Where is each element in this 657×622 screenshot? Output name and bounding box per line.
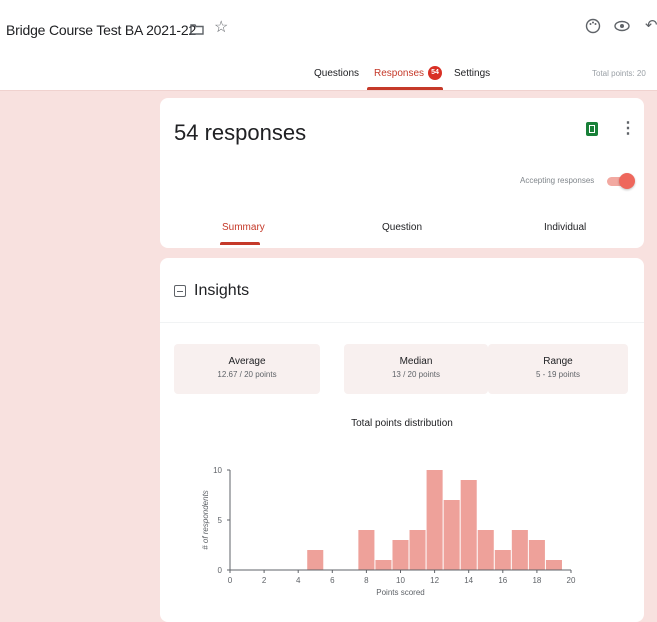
points-distribution-chart: 0 2 4 6 8 10 12 14 16 18 20 0 5 10 Points scored # of r… [201, 466, 576, 597]
toggle-knob[interactable] [619, 173, 635, 189]
histogram-bar [409, 530, 426, 570]
subtab-individual[interactable]: Individual [544, 222, 586, 233]
active-subtab-indicator [220, 242, 260, 245]
x-tick-label: 0 [228, 576, 233, 585]
histogram-bar [511, 530, 528, 570]
responses-card: 54 responses ⋮ Accepting responses Summa… [160, 98, 644, 248]
chart-title: Total points distribution [351, 418, 453, 429]
tab-questions[interactable]: Questions [314, 68, 359, 79]
stat-median: Median 13 / 20 points [344, 344, 488, 394]
histogram-bar [477, 530, 494, 570]
form-title[interactable]: Bridge Course Test BA 2021-22 [6, 22, 196, 38]
stat-range: Range 5 - 19 points [488, 344, 628, 394]
x-tick-label: 8 [364, 576, 369, 585]
stat-value: 12.67 / 20 points [217, 370, 277, 379]
histogram-bar [443, 500, 460, 570]
histogram-bar [392, 540, 409, 570]
active-tab-indicator [367, 87, 443, 90]
form-tabs: Questions Responses 54 Settings Total po… [0, 62, 657, 90]
x-tick-label: 6 [330, 576, 335, 585]
x-axis-label: Points scored [376, 588, 424, 597]
folder-icon[interactable] [190, 22, 204, 36]
insights-card: Insights Average 12.67 / 20 points Media… [160, 258, 644, 622]
y-tick-label: 10 [213, 466, 222, 475]
eye-icon[interactable] [614, 20, 630, 32]
stat-value: 5 - 19 points [535, 370, 581, 379]
responses-count-title: 54 responses [174, 120, 307, 145]
tab-settings[interactable]: Settings [454, 68, 490, 79]
x-tick-label: 2 [262, 576, 267, 585]
histogram-bar [426, 470, 443, 570]
stat-label: Range [543, 356, 573, 367]
undo-icon[interactable]: ↶ [645, 16, 657, 34]
insights-title: Insights [194, 282, 250, 299]
top-bar: Bridge Course Test BA 2021-22 ☆ ↶ Questi… [0, 0, 657, 91]
x-tick-label: 10 [396, 576, 405, 585]
y-axis-label: # of respondents [201, 490, 210, 550]
sheets-icon[interactable] [586, 122, 598, 136]
responses-count-badge: 54 [428, 66, 442, 80]
x-tick-label: 20 [567, 576, 576, 585]
accepting-responses-label: Accepting responses [520, 176, 595, 185]
histogram-bar [358, 530, 375, 570]
x-tick-label: 4 [296, 576, 301, 585]
y-tick-label: 0 [218, 566, 223, 575]
subtab-question[interactable]: Question [382, 222, 422, 233]
insights-icon [174, 285, 186, 297]
histogram-bar [460, 480, 477, 570]
more-options-icon[interactable]: ⋮ [620, 118, 636, 138]
histogram-bar [375, 560, 392, 570]
stat-label: Median [399, 356, 433, 367]
stat-average: Average 12.67 / 20 points [174, 344, 320, 394]
stat-label: Average [228, 356, 266, 367]
total-points: Total points: 20 [592, 69, 646, 78]
x-tick-label: 12 [430, 576, 439, 585]
histogram-bar [528, 540, 545, 570]
histogram-bar [494, 550, 511, 570]
histogram-bar [307, 550, 324, 570]
y-tick-label: 5 [218, 516, 223, 525]
x-tick-label: 18 [532, 576, 541, 585]
histogram-bar [545, 560, 562, 570]
stat-value: 13 / 20 points [391, 370, 441, 379]
x-tick-label: 16 [498, 576, 507, 585]
star-icon[interactable]: ☆ [214, 20, 228, 36]
palette-icon[interactable] [585, 18, 601, 34]
tab-responses[interactable]: Responses [374, 68, 424, 79]
x-tick-label: 14 [464, 576, 473, 585]
divider [160, 322, 644, 323]
subtab-summary[interactable]: Summary [222, 222, 265, 233]
